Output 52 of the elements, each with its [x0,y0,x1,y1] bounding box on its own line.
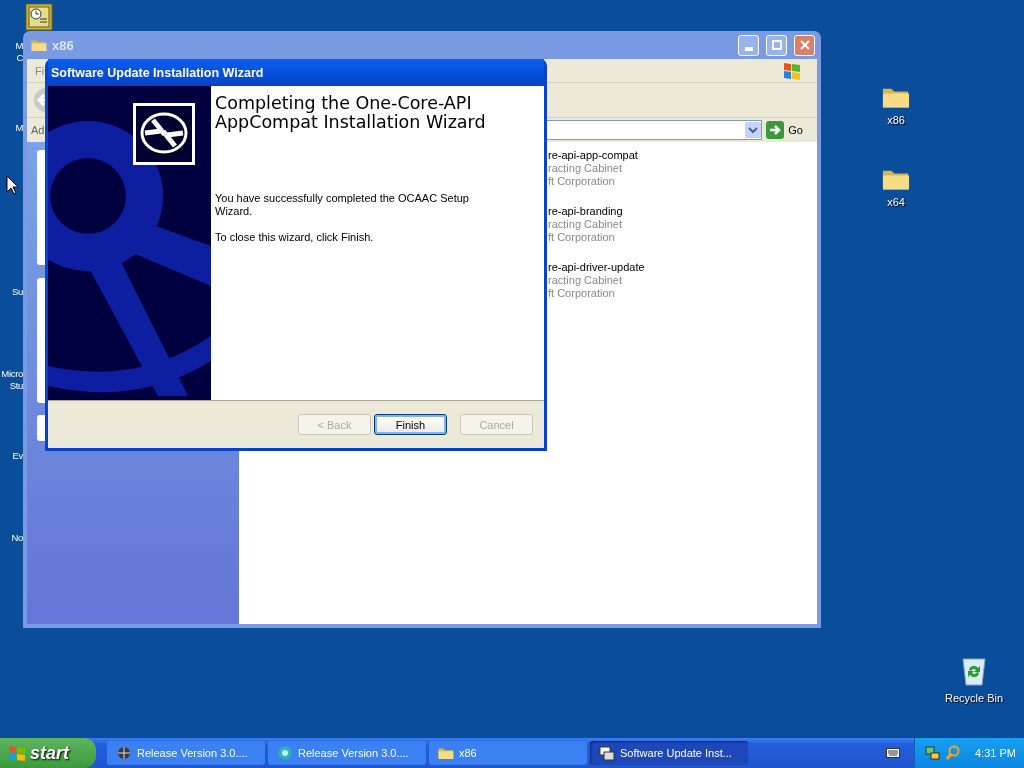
maximize-button[interactable] [766,34,787,56]
computer-icon [599,745,615,761]
keyboard-icon[interactable] [886,748,900,758]
icon-label[interactable]: x64 [887,196,905,209]
wizard-text: You have successfully completed the OCAAC Setup Wizard. [215,192,470,218]
folder-icon [882,86,910,109]
file-company: ft Corporation [548,231,616,244]
clock-icon[interactable] [25,3,53,31]
go-arrow-icon [766,121,785,139]
dialog-button[interactable]: Finish [374,414,447,435]
icon-label: M [14,40,23,52]
folder-icon [31,38,47,52]
close-icon [798,39,811,51]
folder-icon [882,168,910,191]
file-type: racting Cabinet [548,218,623,231]
network-icon[interactable] [925,745,941,761]
wizard-text: To close this wizard, click Finish. [215,231,375,244]
file-company: ft Corporation [548,175,616,188]
taskbar-button[interactable]: Release Version 3.0.... [107,741,265,765]
file-name[interactable]: re-api-app-compat [548,149,817,162]
icon-label: Micro [0,368,23,380]
clock: 4:31 PM [975,747,1016,759]
icon-label: Stu [8,380,23,392]
icon-label: Ev [11,450,23,462]
file-name[interactable]: re-api-branding [548,205,817,218]
icon-label[interactable]: x86 [887,114,905,127]
minimize-button[interactable] [738,34,759,56]
taskbar-button[interactable]: Software Update Inst... [590,741,748,765]
icon-label: No [10,532,23,544]
file-company: ft Corporation [548,287,616,300]
icon-label: Su [10,286,23,298]
icon-label[interactable]: Recycle Bin [944,692,1004,704]
recycle-bin-icon [959,656,989,686]
maximize-icon [770,39,783,51]
flag-logo-icon [8,744,26,762]
window-title: x86 [52,37,74,53]
flag-logo-icon [781,60,803,81]
address-label: Ad [31,124,45,136]
taskbar-button[interactable]: Release Version 3.0.... [268,741,426,765]
file-name[interactable]: re-api-driver-update [548,261,817,274]
icon-label: C [15,52,23,64]
minimize-icon [744,47,753,51]
file-type: racting Cabinet [548,162,623,175]
icon-label: M [14,122,23,134]
file-type: racting Cabinet [548,274,623,287]
mouse-pointer-icon [6,175,18,195]
close-button[interactable] [794,34,815,56]
dialog-title: Software Update Installation Wizard [48,59,544,86]
taskbar-button[interactable]: x86 [429,741,587,765]
wizard-heading: Completing the One-Core-API AppCompat Installation Wizard [215,94,487,132]
folder-icon [438,746,454,760]
go-button[interactable]: Go [766,121,813,139]
